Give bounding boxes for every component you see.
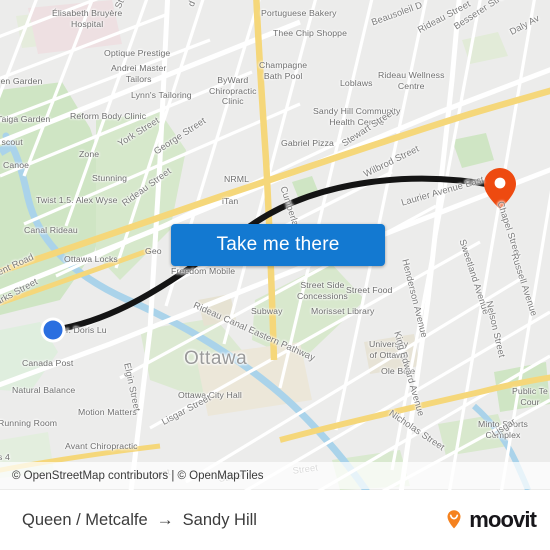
origin-dot — [40, 317, 66, 343]
map-attribution: © OpenStreetMap contributors | © OpenMap… — [0, 462, 550, 489]
map-canvas[interactable]: Élisabeth Bruyère Hospital Optique Prestig… — [0, 0, 550, 490]
bottom-bar: Queen / Metcalfe → Sandy Hill moovit — [0, 490, 550, 550]
moovit-pin-icon — [447, 510, 461, 529]
route-summary: Queen / Metcalfe → Sandy Hill — [22, 510, 257, 530]
arrow-right-icon: → — [156, 510, 174, 529]
moovit-logo: moovit — [442, 507, 537, 533]
route-origin-label: Queen / Metcalfe — [22, 510, 148, 529]
attribution-text: © OpenStreetMap contributors | © OpenMap… — [12, 469, 264, 482]
route-destination-label: Sandy Hill — [182, 510, 257, 529]
take-me-there-button[interactable]: Take me there — [171, 224, 385, 266]
moovit-route-map-screen: Élisabeth Bruyère Hospital Optique Prestig… — [0, 0, 550, 550]
moovit-wordmark: moovit — [469, 507, 537, 532]
